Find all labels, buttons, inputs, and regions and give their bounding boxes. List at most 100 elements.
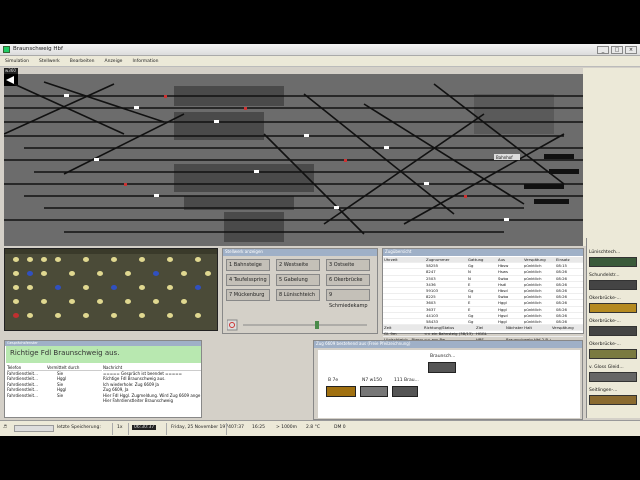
menu-simulation[interactable]: Simulation [5, 59, 29, 64]
vehicle-image[interactable] [428, 362, 456, 373]
train-item-image [589, 303, 637, 313]
destination-button-westseite[interactable]: 2 Westseite [276, 259, 320, 271]
table-cell: 08:26 [556, 312, 567, 318]
lamp[interactable] [111, 313, 117, 318]
menu-anzeige[interactable]: Anzeige [105, 59, 123, 64]
lamp[interactable] [27, 285, 33, 290]
lamp[interactable] [167, 285, 173, 290]
table-cell: 08:26 [556, 269, 567, 275]
train-item[interactable]: Okerbrücke-... [588, 342, 640, 361]
table-cell: E [468, 281, 471, 287]
visibility: > 1000m [276, 425, 298, 430]
track-diagram-svg: Bahnhof [4, 74, 583, 242]
train-item[interactable]: Okerbrücke-... [588, 296, 640, 315]
signal-box-panel[interactable] [4, 248, 218, 331]
table-cell: 08:26 [556, 281, 567, 287]
lamp[interactable] [13, 271, 19, 276]
menu-information[interactable]: Information [132, 59, 158, 64]
maximize-button[interactable]: □ [611, 46, 623, 54]
lamp[interactable] [139, 285, 145, 290]
lamp[interactable] [27, 271, 33, 276]
lamp[interactable] [83, 313, 89, 318]
lamp[interactable] [13, 299, 19, 304]
lamp[interactable] [153, 271, 159, 276]
lamp[interactable] [181, 271, 187, 276]
temperature: 2.8 °C [306, 425, 320, 430]
lamp[interactable] [97, 271, 103, 276]
lamp[interactable] [167, 313, 173, 318]
zoom-slider[interactable] [227, 319, 375, 331]
lamp[interactable] [139, 313, 145, 318]
table-cell: 08:26 [556, 275, 567, 281]
lamp[interactable] [111, 257, 117, 262]
lamp[interactable] [55, 285, 61, 290]
lamp[interactable] [83, 257, 89, 262]
table-cell: Hsws [498, 269, 508, 275]
train-item[interactable]: Schundelstr... [588, 273, 640, 292]
lamp[interactable] [139, 257, 145, 262]
lamp[interactable] [13, 313, 19, 318]
lamp[interactable] [111, 285, 117, 290]
minimize-button[interactable]: _ [597, 46, 609, 54]
volume-slider[interactable] [14, 425, 54, 432]
lamp[interactable] [41, 299, 47, 304]
destination-button-mueckenburg[interactable]: 7 Mückenburg [226, 289, 270, 301]
train-item[interactable]: Seitlingen-... [588, 388, 640, 407]
lamp[interactable] [55, 257, 61, 262]
column-header: Zugnummer [426, 257, 450, 262]
destination-button-gabelung[interactable]: 5 Gabelung [276, 274, 320, 286]
train-item-label: Okerbrücke-... [589, 319, 621, 324]
train-item[interactable]: Okerbrücke-... [588, 319, 640, 338]
lamp[interactable] [153, 299, 159, 304]
train-item[interactable]: Lünischtech... [588, 250, 640, 269]
lamp[interactable] [41, 257, 47, 262]
lamp[interactable] [13, 257, 19, 262]
train-item[interactable]: v. Gloss Gleid... [588, 365, 640, 384]
column-header: Nächster Halt [506, 325, 532, 331]
menu-bearbeiten[interactable]: Bearbeiten [70, 59, 95, 64]
formation-panel: Zug 6609 bestehend aus (Freie Pfeilzeich… [313, 340, 583, 420]
table-cell: Hgsd [498, 312, 508, 318]
volume-icon[interactable]: ♬ [3, 425, 7, 430]
lamp[interactable] [27, 257, 33, 262]
lamp[interactable] [205, 271, 211, 276]
conversation-panel: Gesprächsfenster Richtige Fdl Braunschwe… [4, 340, 202, 418]
lamp[interactable] [55, 313, 61, 318]
lamp[interactable] [125, 271, 131, 276]
lamp[interactable] [41, 271, 47, 276]
vehicle-image[interactable] [392, 386, 418, 397]
caller-list: Telefon Vermittelt durch Fahrdienstleit.… [7, 365, 102, 398]
table-cell: Hggl [498, 318, 507, 324]
menu-stellwerk[interactable]: Stellwerk [39, 59, 60, 64]
lamp[interactable] [167, 257, 173, 262]
close-button[interactable]: × [625, 46, 637, 54]
lamp[interactable] [125, 299, 131, 304]
lamp[interactable] [83, 285, 89, 290]
vehicle-image[interactable] [326, 386, 356, 397]
destination-button-ostseite[interactable]: 3 Ostseite [326, 259, 370, 271]
table-cell [551, 331, 583, 336]
lamp[interactable] [13, 285, 19, 290]
lamp[interactable] [27, 313, 33, 318]
lamp[interactable] [195, 257, 201, 262]
account-balance: DM 0 [334, 425, 346, 430]
track-diagram[interactable]: Bahnhof [4, 74, 583, 246]
destination-button-teufelsspring[interactable]: 4 Teufelsspring [226, 274, 270, 286]
destination-button-luenischteich[interactable]: 8 Lünischteich [276, 289, 320, 301]
destination-button-bahnsteige[interactable]: 1 Bahnsteige [226, 259, 270, 271]
lamp[interactable] [69, 271, 75, 276]
destination-panel-title: Stellwerk anzeigen [223, 249, 377, 256]
caller-via: Sie [57, 392, 64, 398]
table-cell: 3603 [426, 300, 436, 306]
destination-button-schmiedekamp[interactable]: 9 Schmiedekamp [326, 289, 370, 309]
lamp[interactable] [195, 313, 201, 318]
status-bar: ♬ letzte Speicherung: 1x 06:30:37 Friday… [0, 420, 640, 436]
lamp[interactable] [195, 285, 201, 290]
lamp[interactable] [69, 299, 75, 304]
vehicle-image[interactable] [360, 386, 388, 397]
table-cell: N [468, 269, 471, 275]
lamp[interactable] [181, 299, 187, 304]
caller-row[interactable]: Fahrdienstleit... Sie [7, 393, 102, 399]
lamp[interactable] [97, 299, 103, 304]
destination-button-okerbruecke[interactable]: 6 Okerbrücke [326, 274, 370, 286]
